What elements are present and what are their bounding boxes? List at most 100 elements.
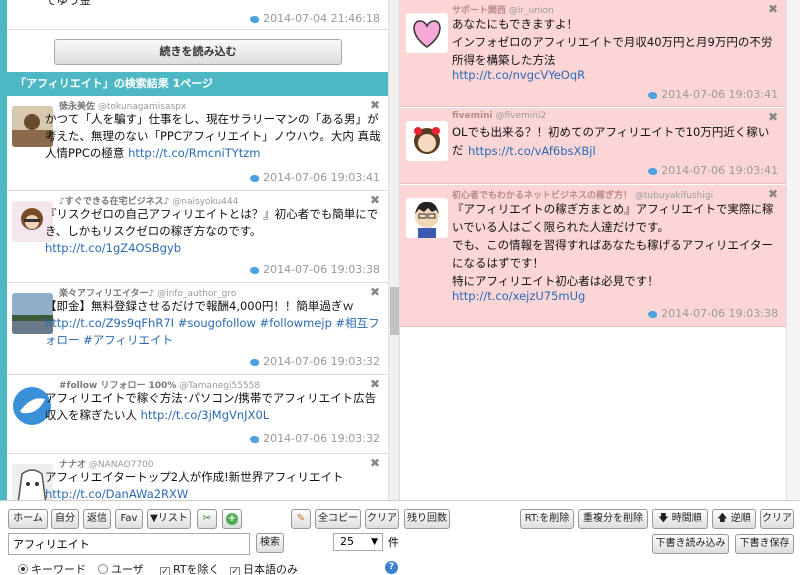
tool-icon-button[interactable]: ✂ bbox=[197, 509, 217, 529]
tweet-link-line: http://t.co/nvgcVYeOqR bbox=[452, 66, 777, 84]
close-icon[interactable]: ✖ bbox=[370, 285, 380, 299]
arrow-down-icon: 🡇 bbox=[658, 513, 669, 524]
tweet-time[interactable]: 2014-07-06 19:03:41 bbox=[250, 171, 380, 184]
fav-button[interactable]: Fav bbox=[115, 509, 143, 529]
checkbox-icon: ✓ bbox=[160, 567, 170, 575]
tweet-link[interactable]: http://t.co/1gZ4OSBgyb bbox=[45, 241, 181, 255]
close-icon[interactable]: ✖ bbox=[370, 456, 380, 470]
load-more-button[interactable]: 続きを読み込む bbox=[54, 39, 342, 65]
tweet-link[interactable]: http://t.co/3jMgVnJX0L bbox=[141, 408, 270, 422]
close-icon[interactable]: ✖ bbox=[370, 98, 380, 112]
search-input[interactable] bbox=[8, 533, 250, 555]
keyword-radio[interactable]: キーワード bbox=[18, 561, 86, 575]
twitter-bird-icon bbox=[648, 91, 658, 99]
plus-circle-icon: + bbox=[226, 513, 238, 525]
tweet-link-line: http://t.co/xejzU75mUg bbox=[452, 287, 777, 305]
avatar[interactable] bbox=[406, 198, 448, 238]
tweet-item[interactable]: 徳永美佐 @tokunagamisaspx ✖ かつて「人を騙す」仕事をし、現在… bbox=[7, 96, 388, 191]
tweet-item-partial: でゆう金 2014-07-04 21:46:18 bbox=[7, 0, 388, 30]
tweet-time[interactable]: 2014-07-06 19:03:41 bbox=[648, 88, 778, 101]
twitter-bird-icon bbox=[250, 15, 260, 23]
tweet-link[interactable]: https://t.co/vAf6bsXBjl bbox=[468, 144, 596, 158]
compose-button[interactable]: ✎ bbox=[291, 509, 311, 529]
tweet-link[interactable]: http://t.co/RmcniTYtzm bbox=[128, 146, 260, 160]
tweet-time[interactable]: 2014-07-06 19:03:41 bbox=[648, 164, 778, 177]
close-icon[interactable]: ✖ bbox=[768, 110, 778, 124]
exclude-rt-checkbox[interactable]: ✓ RTを除く bbox=[160, 561, 220, 575]
list-button[interactable]: ▼リスト bbox=[147, 509, 191, 529]
count-unit: 件 bbox=[388, 536, 399, 549]
save-draft-button[interactable]: 下書き保存 bbox=[735, 534, 794, 554]
tweet-text: 【即金】無料登録させるだけで報酬4,000円！！簡単過ぎｗ http://t.c… bbox=[45, 299, 380, 347]
reverse-order-button[interactable]: 🡅 逆順 bbox=[712, 509, 756, 529]
tweet-item[interactable]: サポート関西 @ir_union ✖ あなたにもできますよ！ インフォゼロのアフ… bbox=[400, 0, 786, 107]
close-icon[interactable]: ✖ bbox=[370, 377, 380, 391]
add-button[interactable]: + bbox=[222, 509, 242, 529]
tweet-text: あなたにもできますよ！ インフォゼロのアフィリエイトで月収40万円と月9万円の不… bbox=[452, 17, 773, 67]
rt-delete-button[interactable]: RT:を削除 bbox=[520, 509, 574, 529]
self-button[interactable]: 自分 bbox=[51, 509, 79, 529]
dup-delete-button[interactable]: 重複分を削除 bbox=[578, 509, 648, 529]
tweet-item[interactable]: ♪すぐできる在宅ビジネス♪ @naisyoku444 ✖ 『リスクゼロの自己アフ… bbox=[7, 191, 388, 283]
close-icon[interactable]: ✖ bbox=[370, 193, 380, 207]
twitter-bird-icon bbox=[250, 266, 260, 274]
avatar[interactable] bbox=[406, 13, 448, 53]
bottom-toolbar: ホーム 自分 返信 Fav ▼リスト ✂ + ✎ 全コピー クリア 残り回数 R… bbox=[0, 500, 800, 575]
twitter-bird-icon bbox=[648, 167, 658, 175]
twitter-bird-icon bbox=[648, 310, 658, 318]
twitter-bird-icon bbox=[250, 358, 260, 366]
twitter-bird-icon bbox=[250, 174, 260, 182]
tweet-text: 『アフィリエイトの稼ぎ方まとめ』アフィリエイトで実際に稼いでいる人はごく限られた… bbox=[452, 202, 774, 288]
tweet-item[interactable]: 楽々アフィリエイター♪ @info_author_gro ✖ 【即金】無料登録さ… bbox=[7, 283, 388, 375]
tweet-item[interactable]: #follow リフォロー 100% @Tamanegi55558 ✖ アフィリ… bbox=[7, 375, 388, 454]
tweet-link[interactable]: http://t.co/DanAWa2RXW bbox=[45, 487, 188, 500]
timeline-pane: でゆう金 2014-07-04 21:46:18 続きを読み込む 「アフィリエイ… bbox=[0, 0, 400, 500]
arrow-up-icon: 🡅 bbox=[717, 513, 728, 524]
japanese-only-checkbox[interactable]: ✓ 日本語のみ bbox=[230, 561, 298, 575]
pencil-icon: ✎ bbox=[296, 513, 306, 524]
twitter-bird-icon bbox=[250, 435, 260, 443]
clear-button[interactable]: クリア bbox=[365, 509, 399, 529]
reply-button[interactable]: 返信 bbox=[83, 509, 111, 529]
user-radio[interactable]: ユーザ bbox=[98, 561, 144, 575]
tweet-text: でゆう金 bbox=[45, 0, 91, 7]
tweet-time: 2014-07-04 21:46:18 bbox=[250, 12, 380, 25]
help-icon[interactable]: ? bbox=[385, 561, 398, 574]
remaining-count-button[interactable]: 残り回数 bbox=[404, 509, 450, 529]
tweet-link[interactable]: http://t.co/Z9s9qFhR7I bbox=[45, 316, 174, 330]
scrollbar[interactable] bbox=[786, 0, 800, 500]
radio-icon bbox=[18, 564, 28, 574]
tweet-text: アフィリエイタートップ2人が作成!新世界アフィリエイトhttp://t.co/D… bbox=[45, 470, 344, 500]
load-draft-button[interactable]: 下書き読み込み bbox=[652, 534, 729, 554]
tweet-text: アフィリエイトで稼ぐ方法･パソコン/携帯でアフィリエイト広告収入を稼ぎたい人 h… bbox=[45, 391, 377, 422]
tweet-item[interactable]: fivemini @fivemini2 ✖ OLでも出来る？！初めてのアフィリエ… bbox=[400, 108, 786, 184]
home-button[interactable]: ホーム bbox=[8, 509, 48, 529]
close-icon[interactable]: ✖ bbox=[768, 2, 778, 16]
time-order-button[interactable]: 🡇 時間順 bbox=[652, 509, 708, 529]
radio-icon bbox=[98, 564, 108, 574]
pane-accent bbox=[0, 0, 7, 500]
scrollbar-thumb[interactable] bbox=[390, 287, 399, 335]
tweet-link[interactable]: http://t.co/xejzU75mUg bbox=[452, 289, 585, 303]
tweet-item[interactable]: ナナオ @NANAO7700 ✖ アフィリエイタートップ2人が作成!新世界アフィ… bbox=[7, 454, 388, 500]
close-icon[interactable]: ✖ bbox=[768, 187, 778, 201]
tweet-time[interactable]: 2014-07-06 19:03:32 bbox=[250, 355, 380, 368]
tweet-link[interactable]: http://t.co/nvgcVYeOqR bbox=[452, 68, 585, 82]
clear-sort-button[interactable]: クリア bbox=[760, 509, 794, 529]
load-more-row: 続きを読み込む bbox=[7, 30, 388, 72]
tweet-text: 『リスクゼロの自己アフィリエイトとは？』初心者でも簡単にでき、しかもリスクゼロの… bbox=[45, 207, 379, 255]
tweet-item[interactable]: 初心者でもわかるネットビジネスの稼ぎ方！ @tubuyakifushigi ✖ … bbox=[400, 185, 786, 327]
avatar[interactable] bbox=[406, 121, 448, 161]
search-result-header: 「アフィリエイト」の検索結果 1ページ bbox=[7, 72, 388, 96]
search-result-pane: サポート関西 @ir_union ✖ あなたにもできますよ！ インフォゼロのアフ… bbox=[400, 0, 800, 500]
tweet-time[interactable]: 2014-07-06 19:03:38 bbox=[250, 263, 380, 276]
tweet-time[interactable]: 2014-07-06 19:03:38 bbox=[648, 307, 778, 320]
tweet-time[interactable]: 2014-07-06 19:03:32 bbox=[250, 432, 380, 445]
search-button[interactable]: 検索 bbox=[256, 533, 284, 553]
tweet-header: fivemini @fivemini2 bbox=[452, 111, 547, 121]
scrollbar[interactable] bbox=[388, 0, 399, 500]
count-select[interactable]: 25 ▼ bbox=[333, 533, 383, 551]
tweet-text: かつて「人を騙す」仕事をし、現在サラリーマンの「ある男」が考えた、無理のない「P… bbox=[45, 112, 381, 160]
dropdown-arrow-icon: ▼ bbox=[371, 537, 378, 547]
copy-all-button[interactable]: 全コピー bbox=[315, 509, 361, 529]
